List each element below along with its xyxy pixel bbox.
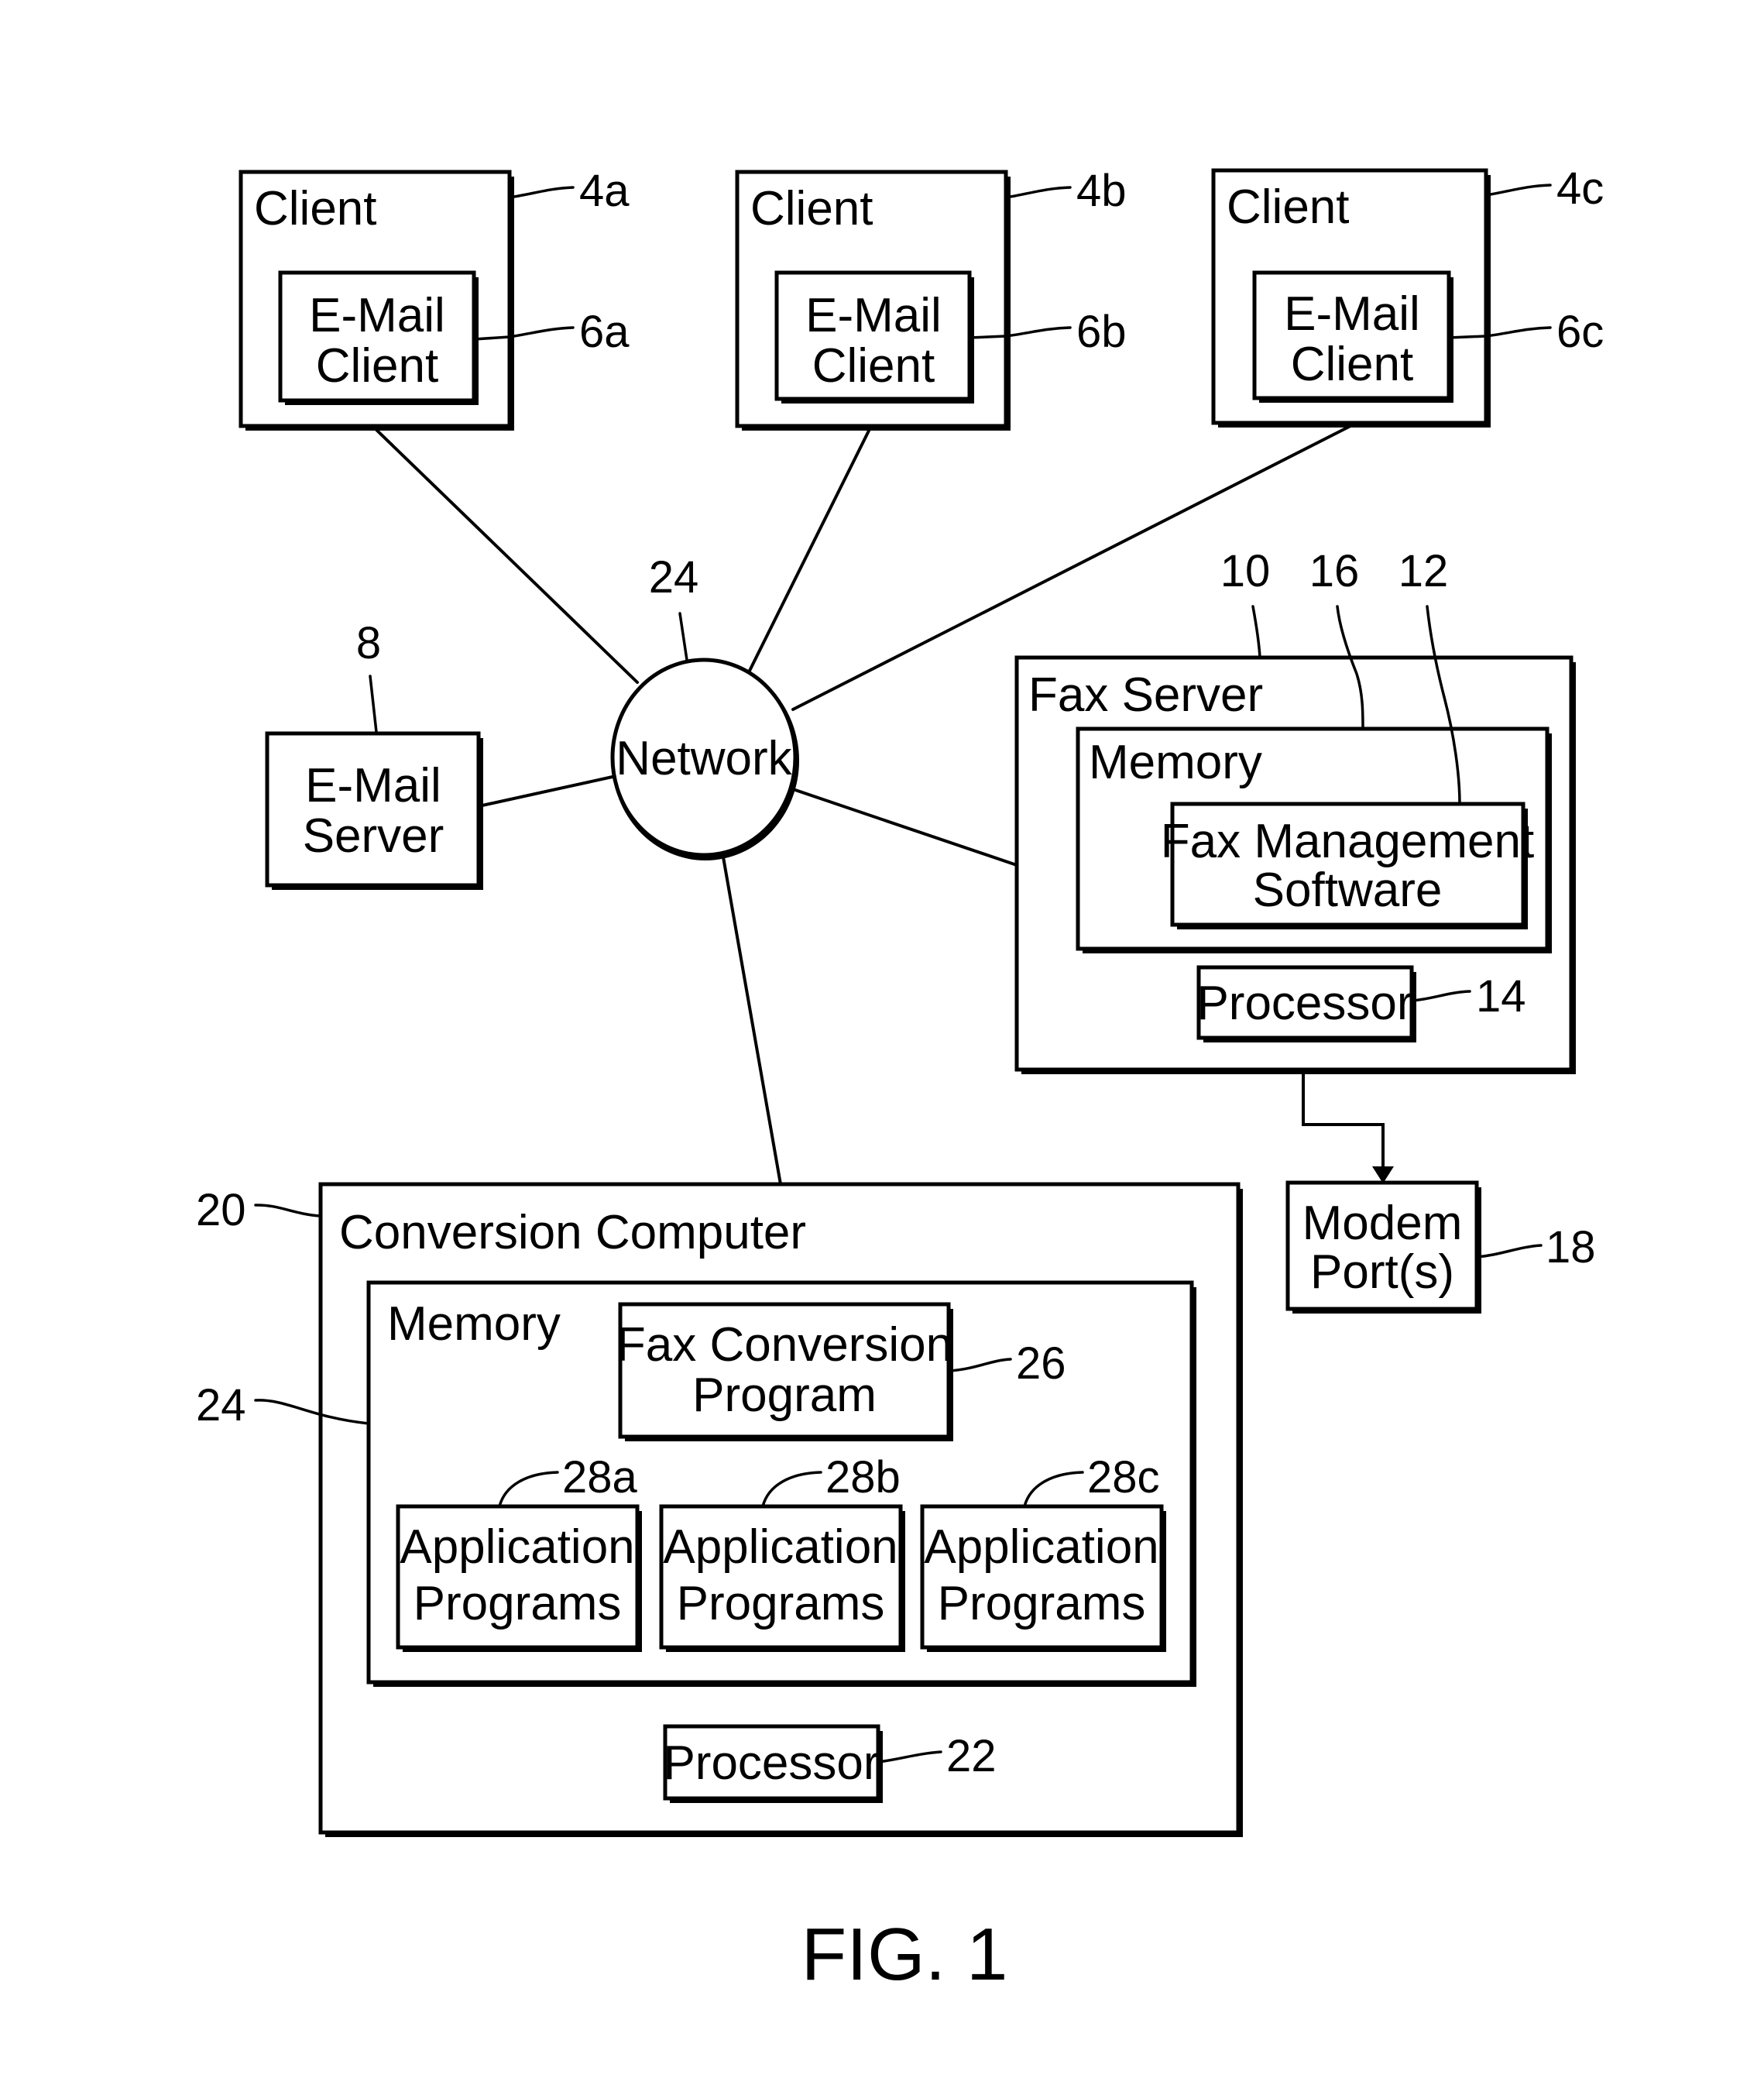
conversion-memory-title: Memory xyxy=(387,1297,561,1351)
ref-6a: 6a xyxy=(579,307,630,357)
ref-12: 12 xyxy=(1399,546,1449,596)
ref-22: 22 xyxy=(946,1731,997,1781)
wire-fax-server xyxy=(794,788,1018,867)
ref-26: 26 xyxy=(1016,1338,1066,1389)
ref-24-network: 24 xyxy=(649,552,699,603)
leader-4a xyxy=(508,186,575,199)
leader-24-network xyxy=(678,612,688,661)
fax-server: Fax Server Memory Fax Management Softwar… xyxy=(1014,546,1576,1074)
email-client-6b-line2: Client xyxy=(812,339,935,393)
client-4b-title: Client xyxy=(750,182,873,235)
modem-line1: Modem xyxy=(1302,1197,1463,1250)
client-4c-title: Client xyxy=(1227,180,1350,234)
email-client-6c-line1: E-Mail xyxy=(1284,287,1420,341)
client-4a: Client E-Mail Client 4a 6a xyxy=(239,166,630,431)
ref-18: 18 xyxy=(1546,1222,1596,1272)
network: Network 24 xyxy=(610,552,799,860)
wire-conversion-computer xyxy=(721,851,782,1186)
modem-ports: Modem Port(s) 18 xyxy=(1285,1180,1596,1314)
application-programs-28a-line1: Application xyxy=(400,1520,634,1574)
fax-conversion-line1: Fax Conversion xyxy=(616,1318,952,1372)
client-4c: Client E-Mail Client 4c 6c xyxy=(1211,163,1604,428)
email-client-6a-line2: Client xyxy=(316,339,439,393)
application-programs-28c-line2: Programs xyxy=(938,1577,1146,1630)
conversion-computer-title: Conversion Computer xyxy=(339,1206,806,1259)
ref-4a: 4a xyxy=(579,166,630,216)
email-client-6c-line2: Client xyxy=(1291,338,1414,391)
ref-4b: 4b xyxy=(1076,166,1127,216)
ref-10: 10 xyxy=(1220,546,1271,596)
fax-management-software-line2: Software xyxy=(1253,864,1443,917)
system-diagram: Client E-Mail Client 4a 6a Client E-Mail… xyxy=(196,163,1604,1996)
wire-email-server xyxy=(477,775,614,808)
leader-4c xyxy=(1484,184,1552,197)
application-programs-28a-line2: Programs xyxy=(414,1577,622,1630)
fax-server-title: Fax Server xyxy=(1028,668,1263,722)
wire-fax-to-modem xyxy=(1302,1068,1385,1171)
client-4b: Client E-Mail Client 4b 6b xyxy=(735,166,1127,431)
leader-20 xyxy=(254,1204,322,1218)
conversion-processor-label: Processor xyxy=(663,1736,879,1790)
ref-6b: 6b xyxy=(1076,307,1127,357)
ref-28c: 28c xyxy=(1087,1452,1160,1503)
application-programs-28b-line2: Programs xyxy=(677,1577,885,1630)
email-server: E-Mail Server 8 xyxy=(265,618,483,890)
leader-4b xyxy=(1004,186,1072,199)
fax-conversion-line2: Program xyxy=(692,1369,877,1422)
leader-10 xyxy=(1251,605,1261,659)
ref-14: 14 xyxy=(1476,971,1526,1022)
leader-18 xyxy=(1475,1244,1543,1259)
application-programs-28b-line1: Application xyxy=(663,1520,897,1574)
ref-28a: 28a xyxy=(562,1452,638,1503)
fax-server-processor-label: Processor xyxy=(1196,977,1412,1030)
ref-16: 16 xyxy=(1309,546,1360,596)
ref-24-memory: 24 xyxy=(196,1380,246,1430)
email-client-6a-line1: E-Mail xyxy=(309,289,445,342)
ref-6c: 6c xyxy=(1556,307,1604,357)
ref-8: 8 xyxy=(356,618,381,668)
modem-line2: Port(s) xyxy=(1310,1245,1454,1299)
email-server-line2: Server xyxy=(303,809,444,863)
wire-client-4a xyxy=(373,427,639,684)
email-server-line1: E-Mail xyxy=(305,759,441,812)
leader-8 xyxy=(369,675,378,733)
network-label: Network xyxy=(616,732,792,785)
ref-28b: 28b xyxy=(825,1452,901,1503)
ref-20: 20 xyxy=(196,1185,246,1235)
client-4a-title: Client xyxy=(254,182,377,235)
fax-server-memory-title: Memory xyxy=(1089,736,1262,789)
wire-client-4b xyxy=(747,424,873,674)
conversion-computer: Conversion Computer 20 Memory 24 Fax Con… xyxy=(196,1182,1243,1837)
application-programs-28c-line1: Application xyxy=(924,1520,1158,1574)
fax-management-software-line1: Fax Management xyxy=(1161,815,1534,868)
email-client-6b-line1: E-Mail xyxy=(805,289,942,342)
figure-caption: FIG. 1 xyxy=(801,1913,1008,1996)
ref-4c: 4c xyxy=(1556,163,1604,214)
